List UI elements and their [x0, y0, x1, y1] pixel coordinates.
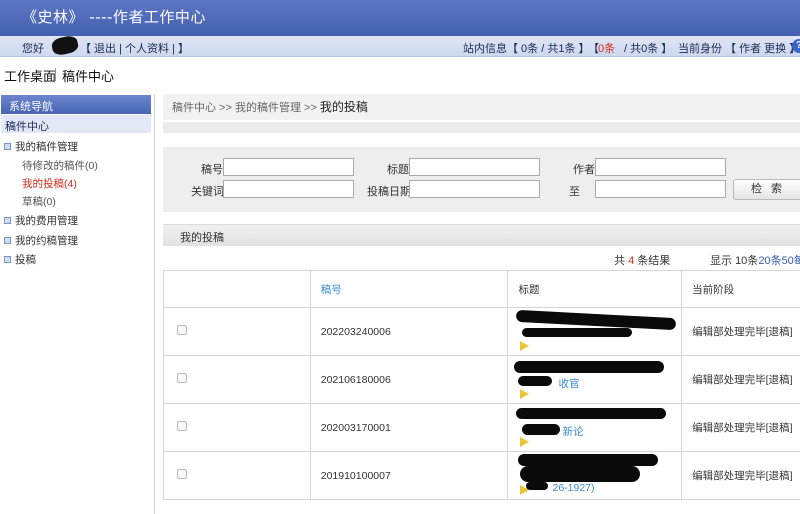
row-number: 202003170001	[309, 403, 509, 452]
table-row: 202106180006 收官 编辑部处理完毕[退稿]	[163, 355, 800, 404]
sidebar-item-submit[interactable]: 投稿	[4, 252, 36, 267]
top-tabs: 工作桌面 稿件中心	[0, 57, 800, 90]
page-size-10[interactable]: 10条	[735, 255, 758, 267]
author-input[interactable]	[595, 158, 726, 176]
title-input[interactable]	[409, 158, 540, 176]
messages-status[interactable]: 站内信息【 0条 / 共1条 】	[463, 40, 590, 56]
row-checkbox[interactable]	[177, 421, 187, 431]
redacted-title	[516, 408, 667, 419]
column-header-select	[163, 270, 311, 308]
search-panel: 稿号 标题 作者 关键词 投稿日期 至 检 索	[163, 147, 800, 212]
search-button[interactable]: 检 索	[733, 179, 800, 200]
user-bar: 您好 【 退出 | 个人资料 | 】 站内信息【 0条 / 共1条 】 【 0条…	[0, 34, 800, 57]
flag-icon	[520, 389, 530, 399]
table-row: 201910100007 26-1927) 编辑部处理完毕[退稿]	[163, 451, 800, 500]
tab-manuscript-center[interactable]: 稿件中心	[62, 66, 114, 85]
label-date: 投稿日期	[367, 186, 411, 198]
row-number: 202203240006	[309, 307, 509, 356]
tab-desktop[interactable]: 工作桌面	[4, 66, 56, 85]
page-size-50[interactable]: 50每页	[782, 255, 800, 267]
sidebar-title: 系统导航	[1, 95, 151, 114]
date-to-input[interactable]	[595, 180, 726, 198]
breadcrumb-current: 我的投稿	[319, 100, 368, 114]
sidebar-item-drafts[interactable]: 草稿(0)	[22, 194, 56, 209]
number-input[interactable]	[223, 158, 354, 176]
sidebar-item-label: 我的约稿管理	[15, 235, 78, 247]
current-role[interactable]: 当前身份 【 作者 更换 】	[678, 40, 800, 56]
redacted-title	[514, 361, 665, 373]
user-links[interactable]: 【 退出 | 个人资料 | 】	[80, 40, 189, 56]
sidebar: 系统导航 稿件中心 我的稿件管理 待修改的稿件(0) 我的投稿(4) 草稿(0)…	[0, 95, 155, 514]
label-title: 标题	[387, 164, 409, 176]
sidebar-item-to-revise[interactable]: 待修改的稿件(0)	[22, 158, 98, 173]
row-stage: 编辑部处理完毕[退稿]	[681, 403, 800, 452]
column-header-title: 标题	[507, 270, 683, 308]
flag-icon	[520, 341, 530, 351]
redacted-username	[50, 34, 80, 57]
notices-rest: / 共0条 】	[624, 43, 673, 55]
row-number: 202106180006	[309, 355, 509, 404]
row-checkbox[interactable]	[177, 325, 187, 335]
row-title[interactable]	[507, 307, 683, 356]
greeting: 您好	[22, 43, 44, 55]
column-header-stage: 当前阶段	[681, 270, 800, 308]
flag-icon	[520, 437, 530, 447]
redacted-title	[518, 454, 659, 466]
redacted-title	[522, 328, 633, 337]
row-title[interactable]: 收官	[507, 355, 683, 404]
keyword-input[interactable]	[223, 180, 354, 198]
table-row: 202003170001 新论 编辑部处理完毕[退稿]	[163, 403, 800, 452]
sidebar-item-label: 我的费用管理	[15, 215, 78, 227]
page-size-options: 显示 10条20条50每页	[710, 252, 800, 268]
date-from-input[interactable]	[409, 180, 540, 198]
row-stage: 编辑部处理完毕[退稿]	[681, 307, 800, 356]
result-count-text: 共 4 条结果	[614, 255, 671, 267]
label-author: 作者	[573, 164, 595, 176]
submissions-table: 稿号 标题 当前阶段 202203240006 编辑部处理完毕[退稿] 2021…	[163, 270, 800, 500]
table-row: 202203240006 编辑部处理完毕[退稿]	[163, 307, 800, 356]
label-to: 至	[569, 186, 580, 198]
app-title: 《史林》 ----作者工作中心	[22, 8, 206, 26]
plus-box-icon	[4, 143, 11, 150]
plus-box-icon	[4, 217, 11, 224]
list-heading: 我的投稿	[163, 224, 800, 246]
page-size-20[interactable]: 20条	[758, 255, 781, 267]
breadcrumb-divider	[163, 122, 800, 133]
breadcrumb: 稿件中心 >> 我的稿件管理 >> 我的投稿	[163, 94, 800, 120]
row-checkbox[interactable]	[177, 469, 187, 479]
redacted-title	[520, 466, 641, 482]
plus-box-icon	[4, 256, 11, 263]
plus-box-icon	[4, 237, 11, 244]
column-header-number[interactable]: 稿号	[309, 270, 509, 308]
row-stage: 编辑部处理完毕[退稿]	[681, 355, 800, 404]
row-title[interactable]: 26-1927)	[507, 451, 683, 500]
row-number: 201910100007	[309, 451, 509, 500]
tab-divider	[55, 68, 56, 81]
redacted-title	[522, 424, 561, 435]
sidebar-item-manuscripts[interactable]: 我的稿件管理	[4, 139, 78, 154]
sidebar-item-label: 我的稿件管理	[15, 141, 78, 153]
top-banner: 《史林》 ----作者工作中心	[0, 0, 800, 36]
redacted-title	[526, 482, 549, 490]
row-title[interactable]: 新论	[507, 403, 683, 452]
label-number: 稿号	[201, 164, 223, 176]
breadcrumb-path[interactable]: 稿件中心 >> 我的稿件管理 >>	[172, 102, 320, 114]
result-summary: 共 4 条结果 显示 10条20条50每页	[163, 246, 800, 270]
sidebar-item-commissions[interactable]: 我的约稿管理	[4, 233, 78, 248]
flag-icon	[520, 485, 530, 495]
row-checkbox[interactable]	[177, 373, 187, 383]
label-keyword: 关键词	[191, 186, 224, 198]
help-icon[interactable]: ?	[792, 39, 800, 53]
redacted-title	[518, 376, 553, 386]
table-header-row: 稿号 标题 当前阶段	[163, 270, 800, 308]
row-stage: 编辑部处理完毕[退稿]	[681, 451, 800, 500]
sidebar-item-fees[interactable]: 我的费用管理	[4, 213, 78, 228]
sidebar-item-my-submissions[interactable]: 我的投稿(4)	[22, 176, 77, 191]
sidebar-item-label: 投稿	[15, 254, 36, 266]
notices-count[interactable]: 0条	[598, 40, 615, 56]
sidebar-section[interactable]: 稿件中心	[1, 115, 151, 133]
